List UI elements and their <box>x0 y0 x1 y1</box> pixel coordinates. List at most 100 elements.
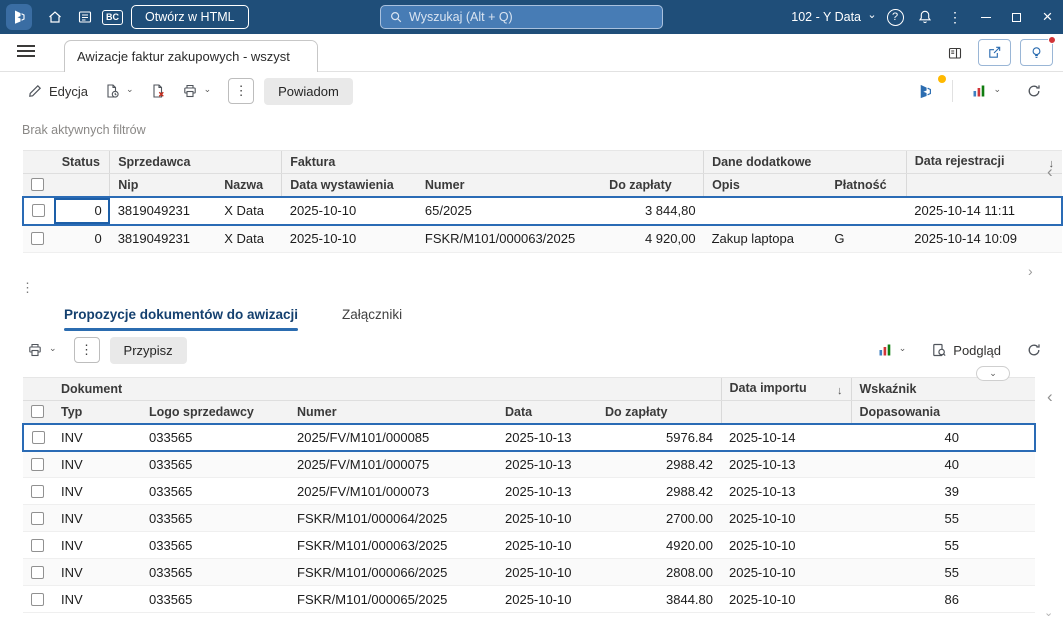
column-header-do-zaplaty[interactable]: Do zapłaty <box>597 400 721 424</box>
scroll-right-icon[interactable]: › <box>1028 263 1033 279</box>
cell-wskaznik[interactable]: 55 <box>851 504 967 532</box>
cell-typ[interactable]: INV <box>53 422 141 452</box>
cell-data-rejestracji[interactable]: 2025-10-14 11:11 <box>906 195 1063 226</box>
cell-logo[interactable]: 033565 <box>141 585 289 613</box>
column-header-status[interactable]: Status <box>53 150 110 174</box>
chevron-down-icon[interactable]: ⌄ <box>864 9 880 21</box>
table-row[interactable]: INV 033565 FSKR/M101/000066/2025 2025-10… <box>23 558 1035 586</box>
cell-data-importu[interactable]: 2025-10-13 <box>721 477 851 505</box>
cell-do-zaplaty[interactable]: 2988.42 <box>597 450 721 478</box>
cell-data-importu[interactable]: 2025-10-13 <box>721 450 851 478</box>
cell-nazwa[interactable]: X Data <box>216 224 282 253</box>
cell-status[interactable]: 0 <box>53 224 110 253</box>
cell-data-wystawienia[interactable]: 2025-10-10 <box>281 224 417 253</box>
table-row[interactable]: INV 033565 FSKR/M101/000065/2025 2025-10… <box>23 585 1035 613</box>
more-actions-button[interactable]: ⋮ <box>73 337 100 363</box>
cell-typ[interactable]: INV <box>53 531 141 559</box>
cell-wskaznik[interactable]: 55 <box>851 531 967 559</box>
help-icon[interactable]: ? <box>880 2 910 32</box>
more-actions-button[interactable]: ⋮ <box>228 78 255 104</box>
column-header-nip[interactable]: Nip <box>109 173 217 197</box>
cell-platnosc[interactable] <box>826 195 907 226</box>
cell-numer[interactable]: 65/2025 <box>416 195 602 226</box>
column-header-data-importu[interactable]: ↓ Data importu <box>720 377 851 401</box>
table-row[interactable]: INV 033565 2025/FV/M101/000085 2025-10-1… <box>22 422 1036 452</box>
home-icon[interactable] <box>40 2 70 32</box>
cell-do-zaplaty[interactable]: 4 920,00 <box>601 224 704 253</box>
cell-opis[interactable]: Zakup laptopa <box>703 224 827 253</box>
row-checkbox[interactable] <box>32 204 45 217</box>
search-box[interactable] <box>380 5 663 29</box>
cell-numer[interactable]: FSKR/M101/000065/2025 <box>289 585 497 613</box>
share-button[interactable] <box>978 39 1011 66</box>
cell-data-importu[interactable]: 2025-10-10 <box>721 504 851 532</box>
column-header-nazwa[interactable]: Nazwa <box>216 173 282 197</box>
print-button[interactable]: ⌄ <box>20 337 64 363</box>
select-all-checkbox[interactable] <box>31 178 44 192</box>
cell-wskaznik[interactable]: 39 <box>851 477 967 505</box>
scroll-down-icon[interactable]: ⌄ <box>1044 606 1053 619</box>
cell-numer[interactable]: 2025/FV/M101/000085 <box>289 422 497 452</box>
search-input[interactable] <box>409 10 654 24</box>
cell-numer[interactable]: FSKR/M101/000064/2025 <box>289 504 497 532</box>
cell-numer[interactable]: 2025/FV/M101/000075 <box>289 450 497 478</box>
tab-proposals[interactable]: Propozycje dokumentów do awizacji <box>64 307 299 331</box>
column-header-platnosc[interactable]: Płatność <box>826 173 907 197</box>
window-maximize-button[interactable] <box>1001 0 1032 34</box>
cell-logo[interactable]: 033565 <box>141 558 289 586</box>
cell-data[interactable]: 2025-10-10 <box>497 558 597 586</box>
column-header-logo-sprzedawcy[interactable]: Logo sprzedawcy <box>141 400 289 424</box>
cell-data[interactable]: 2025-10-13 <box>497 450 597 478</box>
cell-logo[interactable]: 033565 <box>141 477 289 505</box>
group-header-faktura[interactable]: Faktura <box>281 150 704 174</box>
page-tab[interactable]: Awizacje faktur zakupowych - wszyst <box>64 40 318 72</box>
refresh-button[interactable] <box>1019 337 1049 363</box>
cell-data-importu[interactable]: 2025-10-10 <box>721 558 851 586</box>
collapse-factbox-icon[interactable]: ‹ <box>1047 162 1053 182</box>
cell-platnosc[interactable]: G <box>826 224 907 253</box>
group-header-wskaznik[interactable]: Wskaźnik <box>850 377 967 401</box>
cell-data[interactable]: 2025-10-10 <box>497 504 597 532</box>
cell-logo[interactable]: 033565 <box>141 450 289 478</box>
table-row[interactable]: INV 033565 FSKR/M101/000064/2025 2025-10… <box>23 504 1035 532</box>
cell-typ[interactable]: INV <box>53 477 141 505</box>
refresh-button[interactable] <box>1019 78 1049 104</box>
cell-opis[interactable] <box>703 195 827 226</box>
cell-nip[interactable]: 3819049231 <box>109 195 217 226</box>
row-checkbox[interactable] <box>31 457 44 471</box>
column-header-data-wystawienia[interactable]: Data wystawienia <box>281 173 417 197</box>
column-header-numer[interactable]: Numer <box>289 400 497 424</box>
expand-factbox-button[interactable]: ⌄ <box>976 366 1010 381</box>
cell-numer[interactable]: 2025/FV/M101/000073 <box>289 477 497 505</box>
column-header-do-zaplaty[interactable]: Do zapłaty <box>601 173 704 197</box>
role-explorer-icon[interactable] <box>70 2 100 32</box>
cell-logo[interactable]: 033565 <box>141 422 289 452</box>
cell-data-rejestracji[interactable]: 2025-10-14 10:09 <box>906 224 1062 253</box>
table-row[interactable]: 0 3819049231 X Data 2025-10-10 65/2025 3… <box>22 195 1063 226</box>
pane-splitter[interactable]: ⋮ <box>0 279 1063 297</box>
side-panel-icon[interactable] <box>941 39 969 66</box>
delete-button[interactable] <box>143 78 173 104</box>
cell-wskaznik[interactable]: 55 <box>851 558 967 586</box>
collapse-factbox-icon[interactable]: ‹ <box>1047 387 1053 407</box>
cell-data[interactable]: 2025-10-10 <box>497 531 597 559</box>
open-in-html-button[interactable]: Otwórz w HTML <box>131 5 249 29</box>
cell-typ[interactable]: INV <box>53 585 141 613</box>
row-checkbox[interactable] <box>31 538 44 552</box>
column-header-dopasowania[interactable]: Dopasowania <box>850 400 967 424</box>
cell-data-importu[interactable]: 2025-10-14 <box>721 422 851 452</box>
edit-button[interactable]: Edycja <box>20 78 95 104</box>
table-row[interactable]: 0 3819049231 X Data 2025-10-10 FSKR/M101… <box>23 224 1062 253</box>
cell-status[interactable]: 0 <box>53 195 110 226</box>
cell-do-zaplaty[interactable]: 3 844,80 <box>601 195 704 226</box>
table-row[interactable]: INV 033565 FSKR/M101/000063/2025 2025-10… <box>23 531 1035 559</box>
tab-attachments[interactable]: Załączniki <box>342 307 402 331</box>
print-button[interactable]: ⌄ <box>175 78 219 104</box>
cell-do-zaplaty[interactable]: 2700.00 <box>597 504 721 532</box>
window-close-button[interactable]: × <box>1032 0 1063 34</box>
cell-do-zaplaty[interactable]: 2988.42 <box>597 477 721 505</box>
cell-wskaznik[interactable]: 40 <box>851 450 967 478</box>
column-header-typ[interactable]: Typ <box>53 400 141 424</box>
row-checkbox[interactable] <box>31 484 44 498</box>
row-checkbox[interactable] <box>31 232 44 246</box>
